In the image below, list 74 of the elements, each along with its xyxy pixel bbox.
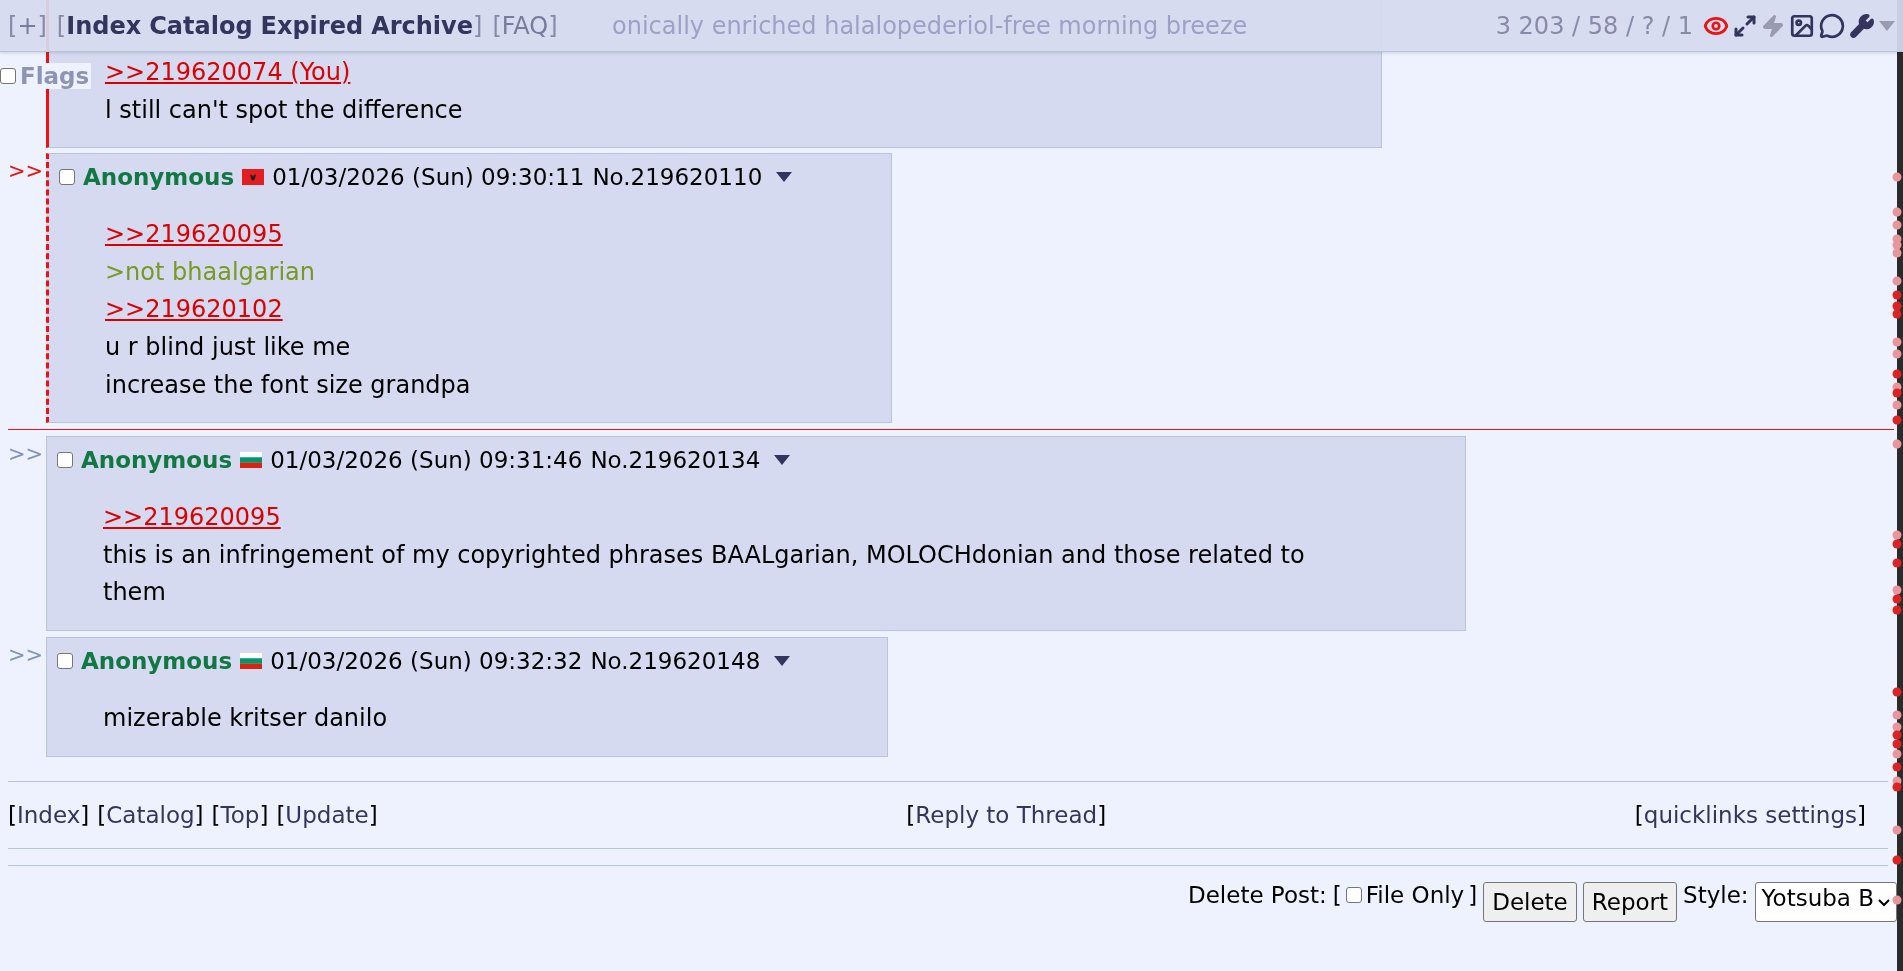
bracket: [: [8, 11, 18, 40]
flag-icon: [240, 652, 263, 669]
quote-link[interactable]: >>219620074 (You): [105, 54, 351, 92]
quote-link[interactable]: >>219620095: [105, 216, 283, 254]
chevron-down-icon: [1878, 898, 1890, 907]
thread-stats: 3 203 / 58 / ? / 1: [1495, 11, 1693, 40]
bracket: ]: [1097, 801, 1107, 828]
post-text: this is an infringement of my copyrighted phrases BAALgarian, MOLOCHdonian and those related to them: [103, 539, 1306, 609]
checkbox[interactable]: [1345, 886, 1362, 903]
checkbox[interactable]: [0, 68, 16, 84]
board-link[interactable]: Archive: [371, 11, 473, 40]
checkbox[interactable]: [57, 652, 73, 669]
report-button[interactable]: Report: [1582, 881, 1678, 922]
nav-link[interactable]: Top: [220, 801, 260, 828]
quote-link[interactable]: >>219620095: [103, 499, 281, 537]
board-link[interactable]: Index: [66, 11, 142, 40]
wrench-icon[interactable]: [1849, 12, 1875, 39]
post-text: mizerable kritser danilo: [103, 702, 388, 734]
thread-subject: onically enriched halalopederiol-free morning breeze: [612, 12, 1248, 40]
style-select[interactable]: Yotsuba B: [1754, 881, 1897, 922]
checkbox[interactable]: [57, 452, 73, 469]
bracket: ]: [368, 801, 378, 828]
poster-name: Anonymous: [81, 647, 233, 674]
speech-bubble-icon[interactable]: [1819, 12, 1845, 39]
image-icon[interactable]: [1789, 12, 1815, 39]
bracket: [: [1332, 881, 1342, 908]
bracket: ]: [1468, 881, 1478, 908]
bracket: [: [492, 11, 502, 40]
bracket: ]: [37, 11, 47, 40]
post-date: 01/03/2026 (Sun) 09:31:46: [270, 447, 583, 474]
post-number[interactable]: No.219620110: [592, 164, 763, 191]
bracket: ]: [194, 801, 204, 828]
flag-icon: [242, 169, 265, 186]
greentext-line: >not bhaalgarian: [105, 256, 315, 288]
caret-down-icon[interactable]: [776, 172, 793, 183]
bracket: [: [211, 801, 221, 828]
style-label: Style:: [1683, 881, 1749, 908]
poster-name: Anonymous: [81, 447, 233, 474]
bracket: ]: [1857, 801, 1866, 828]
bracket: [: [1634, 801, 1644, 828]
post-number[interactable]: No.219620148: [590, 647, 761, 674]
flag-icon: [240, 452, 263, 469]
delete-button[interactable]: Delete: [1483, 881, 1577, 922]
nav-link[interactable]: Update: [285, 801, 369, 828]
nav-link[interactable]: Reply to Thread: [915, 801, 1098, 828]
bracket: [: [276, 801, 286, 828]
bracket: ]: [80, 801, 90, 828]
post-text: l still can't spot the difference: [105, 94, 463, 126]
post-date: 01/03/2026 (Sun) 09:30:11: [272, 164, 585, 191]
bracket: [: [906, 801, 916, 828]
nav-link[interactable]: Index: [17, 801, 81, 828]
bracket: ]: [548, 11, 558, 40]
caret-down-icon[interactable]: [774, 655, 791, 666]
board-link[interactable]: Expired: [260, 11, 364, 40]
post-number[interactable]: No.219620134: [590, 447, 761, 474]
board-link[interactable]: Catalog: [149, 11, 253, 40]
quote-link[interactable]: >>219620102: [105, 291, 283, 329]
post-date: 01/03/2026 (Sun) 09:32:32: [270, 647, 583, 674]
bracket: [: [8, 801, 17, 828]
checkbox[interactable]: [59, 169, 75, 186]
nav-link[interactable]: Catalog: [106, 801, 195, 828]
bracket: ]: [259, 801, 269, 828]
nav-link[interactable]: quicklinks settings: [1643, 801, 1857, 828]
bracket: ]: [473, 11, 483, 40]
bracket: [: [56, 11, 67, 40]
delete-post-label: Delete Post:: [1188, 881, 1327, 908]
post-text: u r blind just like me: [105, 331, 351, 363]
file-only-label: File Only: [1365, 881, 1465, 908]
backlink-arrows[interactable]: >>: [8, 159, 44, 184]
post-text: increase the font size grandpa: [105, 369, 471, 401]
poster-name: Anonymous: [83, 164, 235, 191]
bracket: [: [97, 801, 107, 828]
caret-down-icon[interactable]: [774, 455, 791, 466]
expand-icon[interactable]: [1733, 13, 1757, 38]
